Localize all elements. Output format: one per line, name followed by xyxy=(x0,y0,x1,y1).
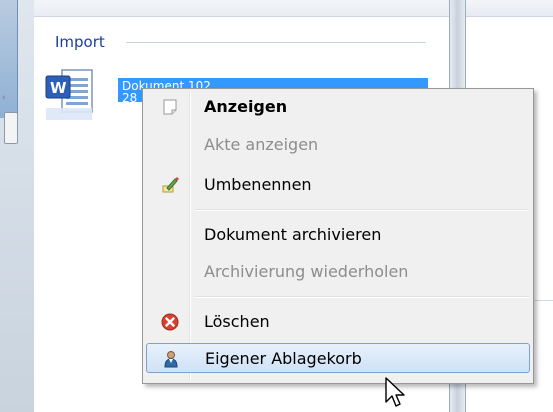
menu-separator xyxy=(195,296,529,298)
menu-item-label: Eigener Ablagekorb xyxy=(205,349,362,368)
menu-item-archivierung-wiederholen[interactable]: Archivierung wiederholen xyxy=(146,257,530,287)
section-title-import: Import xyxy=(55,33,105,51)
menu-item-label: Akte anzeigen xyxy=(204,135,319,154)
blank-page-icon xyxy=(163,99,177,115)
menu-item-anzeigen[interactable]: Anzeigen xyxy=(146,92,530,122)
menu-item-akte-anzeigen[interactable]: Akte anzeigen xyxy=(146,130,530,160)
menu-item-label: Archivierung wiederholen xyxy=(204,262,409,281)
section-title-rule xyxy=(126,42,426,43)
mouse-pointer-icon xyxy=(385,377,405,407)
menu-item-label: Umbenennen xyxy=(204,175,312,194)
menu-separator xyxy=(195,209,529,211)
menu-item-eigener-ablagekorb[interactable]: Eigener Ablagekorb xyxy=(146,343,530,373)
menu-item-loeschen[interactable]: Löschen xyxy=(146,307,530,337)
context-menu: Anzeigen Akte anzeigen Umbenennen Dokume… xyxy=(142,88,534,384)
menu-item-label: Anzeigen xyxy=(204,97,288,116)
user-icon xyxy=(164,351,178,368)
word-document-icon[interactable]: W xyxy=(44,68,96,122)
panel-header-band xyxy=(34,0,449,17)
right-panel-header xyxy=(466,0,553,17)
svg-text:W: W xyxy=(50,79,67,97)
menu-item-label: Dokument archivieren xyxy=(204,225,382,244)
menu-item-label: Löschen xyxy=(204,312,270,331)
collapse-arrow-icon[interactable]: ‹ xyxy=(2,93,6,103)
delete-red-icon xyxy=(161,313,179,331)
menu-item-umbenennen[interactable]: Umbenennen xyxy=(146,170,530,200)
rename-pen-icon xyxy=(162,177,179,193)
left-side-strip: ‹ xyxy=(0,0,35,412)
menu-item-dokument-archivieren[interactable]: Dokument archivieren xyxy=(146,220,530,250)
left-scroll-button[interactable] xyxy=(4,112,18,144)
